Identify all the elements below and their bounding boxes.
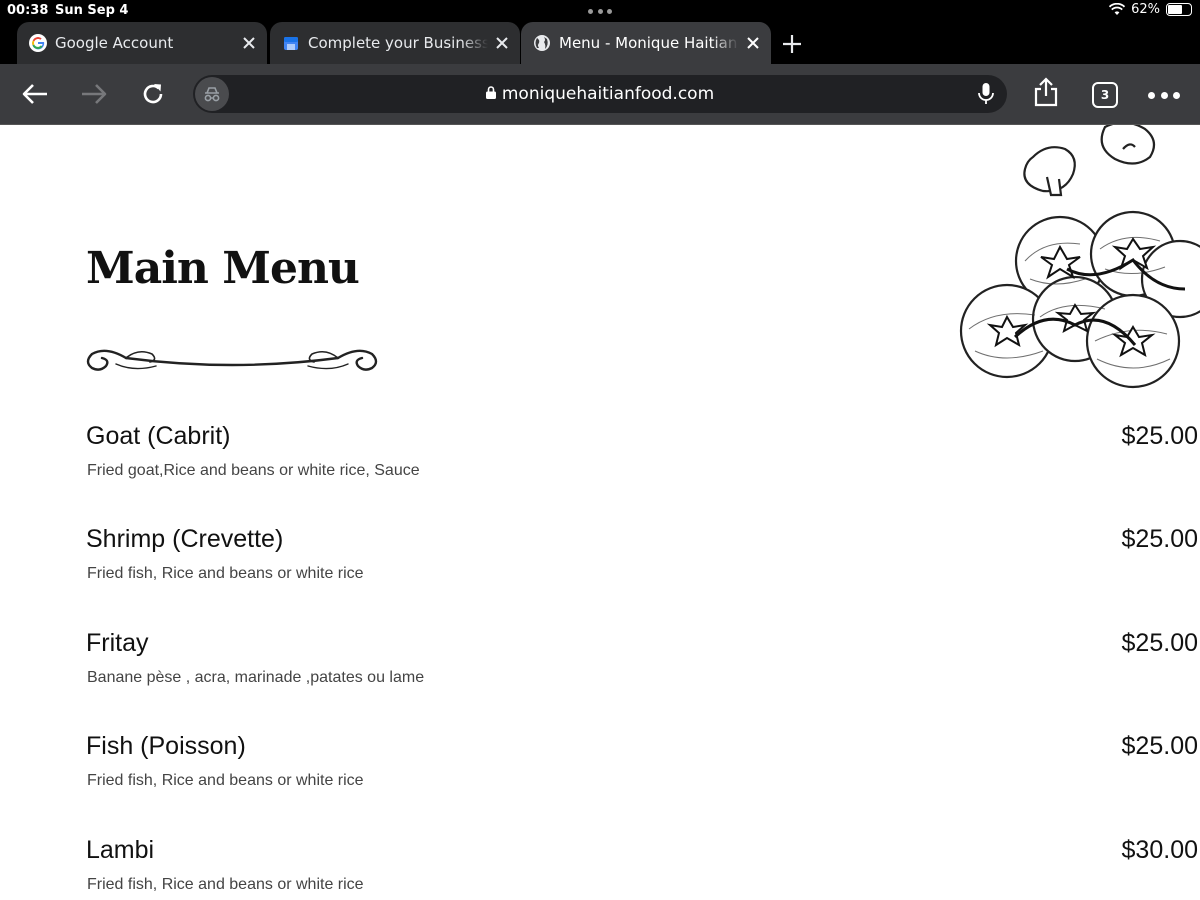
tab-switcher-icon[interactable]: 3 [1092, 82, 1118, 108]
forward-icon [82, 84, 107, 104]
menu-item-price: $25.00 [1121, 525, 1198, 553]
tab-title: Complete your Business Profile [308, 34, 488, 52]
menu-item-description: Fried fish, Rice and beans or white rice [87, 876, 364, 893]
url-text[interactable]: moniquehaitianfood.com [502, 84, 714, 104]
mic-icon[interactable] [975, 82, 997, 106]
menu-item: Fish (Poisson) $25.00 Fried fish, Rice a… [0, 732, 1200, 822]
menu-item-price: $25.00 [1121, 629, 1198, 657]
web-page: Main Menu Goat (Cabrit) $25.00 Fried goa… [0, 124, 1200, 900]
lock-icon [485, 86, 496, 99]
menu-item-name: Goat (Cabrit) [86, 422, 231, 450]
menu-item-name: Fritay [86, 629, 149, 657]
menu-item-description: Banane pèse , acra, marinade ,patates ou… [87, 669, 425, 686]
tab-menu-monique[interactable]: Menu - Monique Haitian Food [521, 22, 771, 64]
battery-percent: 62% [1131, 2, 1160, 17]
business-profile-icon [284, 37, 298, 50]
close-tab-icon[interactable] [241, 35, 257, 51]
more-icon[interactable] [1148, 92, 1180, 100]
status-date: Sun Sep 4 [55, 3, 129, 18]
back-icon [22, 84, 47, 104]
menu-item-name: Shrimp (Crevette) [86, 525, 284, 553]
tab-title: Menu - Monique Haitian Food [559, 34, 739, 52]
decorative-divider [86, 349, 378, 371]
menu-item: Fritay $25.00 Banane pèse , acra, marina… [0, 629, 1200, 719]
menu-item-name: Lambi [86, 836, 155, 864]
page-title: Main Menu [86, 243, 360, 294]
status-bar: 00:38 Sun Sep 4 62% [0, 0, 1200, 22]
menu-item-description: Fried goat,Rice and beans or white rice,… [87, 462, 420, 479]
back-button[interactable] [19, 78, 51, 110]
menu-item-price: $25.00 [1121, 422, 1198, 450]
new-tab-icon[interactable] [780, 32, 804, 56]
close-tab-icon[interactable] [745, 35, 761, 51]
share-button[interactable] [1030, 76, 1062, 108]
tab-business-profile[interactable]: Complete your Business Profile [270, 22, 520, 64]
address-bar[interactable]: moniquehaitianfood.com [193, 75, 1007, 113]
wifi-icon [1109, 3, 1126, 15]
battery-icon [1166, 3, 1192, 16]
menu-item: Lambi $30.00 Fried fish, Rice and beans … [0, 836, 1200, 900]
menu-item-description: Fried fish, Rice and beans or white rice [87, 565, 364, 582]
close-tab-icon[interactable] [494, 35, 510, 51]
status-time: 00:38 [7, 3, 49, 18]
menu-item: Goat (Cabrit) $25.00 Fried goat,Rice and… [0, 422, 1200, 512]
reload-icon [143, 84, 163, 104]
reload-button[interactable] [137, 78, 169, 110]
tomato-illustration [959, 125, 1200, 389]
menu-item-description: Fried fish, Rice and beans or white rice [87, 772, 364, 789]
menu-item-price: $25.00 [1121, 732, 1198, 760]
browser-toolbar: moniquehaitianfood.com 3 [0, 64, 1200, 124]
menu-item: Shrimp (Crevette) $25.00 Fried fish, Ric… [0, 525, 1200, 615]
forward-button[interactable] [78, 78, 110, 110]
tab-title: Google Account [55, 34, 174, 52]
share-icon [1034, 77, 1058, 107]
menu-item-price: $30.00 [1121, 836, 1198, 864]
tab-strip: Google Account Complete your Business Pr… [0, 22, 1200, 64]
multitasking-dots-icon[interactable] [588, 9, 612, 15]
menu-item-name: Fish (Poisson) [86, 732, 246, 760]
google-icon [29, 34, 47, 52]
tab-google-account[interactable]: Google Account [17, 22, 267, 64]
globe-icon [534, 35, 550, 51]
